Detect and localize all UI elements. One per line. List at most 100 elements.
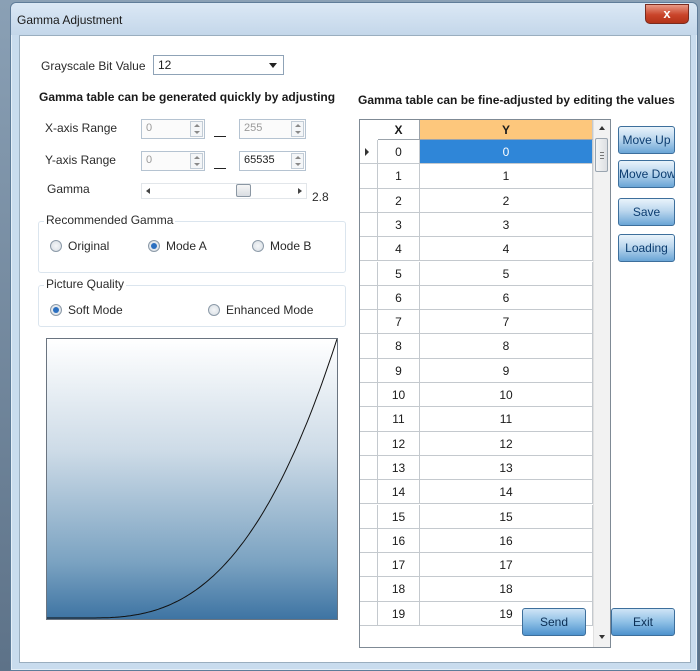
table-cell-y[interactable]: 6 [420,285,593,311]
table-cell-x[interactable]: 4 [378,237,420,262]
table-cell-y[interactable]: 0 [420,140,593,165]
gamma-table[interactable]: X Y 0 0 1 1 2 2 3 3 4 4 5 5 6 6 7 7 8 8 9 9 10 10 11 11 12 12 13 13… [359,119,611,648]
row-header[interactable] [360,212,378,238]
table-cell-y[interactable]: 14 [420,480,593,505]
table-cell-y[interactable]: 11 [420,407,593,432]
slider-right-arrow-icon[interactable] [298,188,302,194]
table-cell-y[interactable]: 9 [420,358,593,383]
row-header[interactable] [360,407,378,432]
table-cell-y[interactable]: 12 [420,431,593,456]
exit-button[interactable]: Exit [611,608,675,636]
slider-thumb[interactable] [235,184,251,197]
row-header[interactable] [360,577,378,602]
table-cell-x[interactable]: 15 [378,504,420,529]
table-cell-x[interactable]: 13 [378,455,420,481]
table-cell-x[interactable]: 2 [378,188,420,213]
table-cell-x[interactable]: 18 [378,577,420,602]
loading-button[interactable]: Loading [618,234,675,262]
table-cell-y[interactable]: 4 [420,237,593,262]
move-down-button[interactable]: Move Down [618,160,675,188]
table-cell-x[interactable]: 1 [378,164,420,189]
y-axis-max-input[interactable]: 65535 [239,151,306,171]
table-cell-x[interactable]: 17 [378,553,420,578]
row-header[interactable] [360,188,378,213]
window-title: Gamma Adjustment [17,13,123,27]
slider-left-arrow-icon[interactable] [146,188,150,194]
table-header-y[interactable]: Y [420,120,593,140]
row-header[interactable] [360,164,378,189]
table-cell-x[interactable]: 8 [378,334,420,359]
grip-line [600,152,604,153]
table-cell-x[interactable]: 6 [378,285,420,311]
gamma-slider[interactable] [141,183,307,199]
table-cell-x[interactable]: 11 [378,407,420,432]
table-cell-x[interactable]: 16 [378,528,420,554]
range-dash [214,136,226,137]
row-header[interactable] [360,553,378,578]
table-cell-y[interactable]: 3 [420,212,593,238]
table-cell-y[interactable]: 18 [420,577,593,602]
title-bar[interactable]: Gamma Adjustment x [11,3,697,35]
row-header[interactable] [360,528,378,554]
right-section-heading: Gamma table can be fine-adjusted by edit… [358,93,675,107]
y-axis-min-input[interactable]: 0 [141,151,205,171]
table-cell-x[interactable]: 7 [378,310,420,335]
x-axis-min-value: 0 [146,122,153,134]
table-cell-y[interactable]: 1 [420,164,593,189]
row-header[interactable] [360,140,378,165]
x-axis-min-input[interactable]: 0 [141,119,205,139]
row-header[interactable] [360,310,378,335]
table-cell-y[interactable]: 10 [420,383,593,408]
table-cell-y[interactable]: 8 [420,334,593,359]
scroll-up-icon[interactable] [599,126,605,130]
row-header[interactable] [360,358,378,383]
table-cell-y[interactable]: 2 [420,188,593,213]
gamma-adjustment-dialog: Gamma Adjustment x Grayscale Bit Value 1… [10,2,698,671]
spin-arrows-icon[interactable] [190,153,203,169]
move-up-button[interactable]: Move Up [618,126,675,154]
table-cell-x[interactable]: 14 [378,480,420,505]
radio-original[interactable] [50,240,62,252]
radio-mode-a[interactable] [148,240,160,252]
spin-arrows-icon[interactable] [291,121,304,137]
table-cell-y[interactable]: 5 [420,261,593,286]
table-cell-x[interactable]: 0 [378,140,420,165]
row-header[interactable] [360,504,378,529]
table-cell-x[interactable]: 5 [378,261,420,286]
table-cell-y[interactable]: 7 [420,310,593,335]
table-cell-x[interactable]: 19 [378,601,420,626]
table-header-x[interactable]: X [378,120,420,140]
table-cell-y[interactable]: 17 [420,553,593,578]
row-header[interactable] [360,601,378,626]
table-cell-y[interactable]: 16 [420,528,593,554]
row-header[interactable] [360,480,378,505]
table-scrollbar[interactable] [593,120,610,647]
x-axis-max-input[interactable]: 255 [239,119,306,139]
table-cell-x[interactable]: 12 [378,431,420,456]
row-header[interactable] [360,237,378,262]
save-button[interactable]: Save [618,198,675,226]
radio-mode-b[interactable] [252,240,264,252]
radio-mode-b-label: Mode B [270,239,312,253]
row-header[interactable] [360,455,378,481]
spin-arrows-icon[interactable] [190,121,203,137]
radio-enhanced-mode[interactable] [208,304,220,316]
row-header[interactable] [360,334,378,359]
row-header[interactable] [360,285,378,311]
spin-arrows-icon[interactable] [291,153,304,169]
radio-soft-mode[interactable] [50,304,62,316]
scrollbar-thumb[interactable] [595,138,608,172]
scroll-down-icon[interactable] [599,635,605,639]
table-cell-x[interactable]: 10 [378,383,420,408]
table-cell-y[interactable]: 13 [420,455,593,481]
row-header[interactable] [360,431,378,456]
row-header[interactable] [360,383,378,408]
send-button[interactable]: Send [522,608,586,636]
close-button[interactable]: x [645,4,689,24]
table-cell-y[interactable]: 15 [420,504,593,529]
row-header[interactable] [360,261,378,286]
grayscale-select[interactable]: 12 [153,55,284,75]
table-cell-x[interactable]: 9 [378,358,420,383]
picture-quality-title: Picture Quality [44,277,127,291]
table-cell-x[interactable]: 3 [378,212,420,238]
